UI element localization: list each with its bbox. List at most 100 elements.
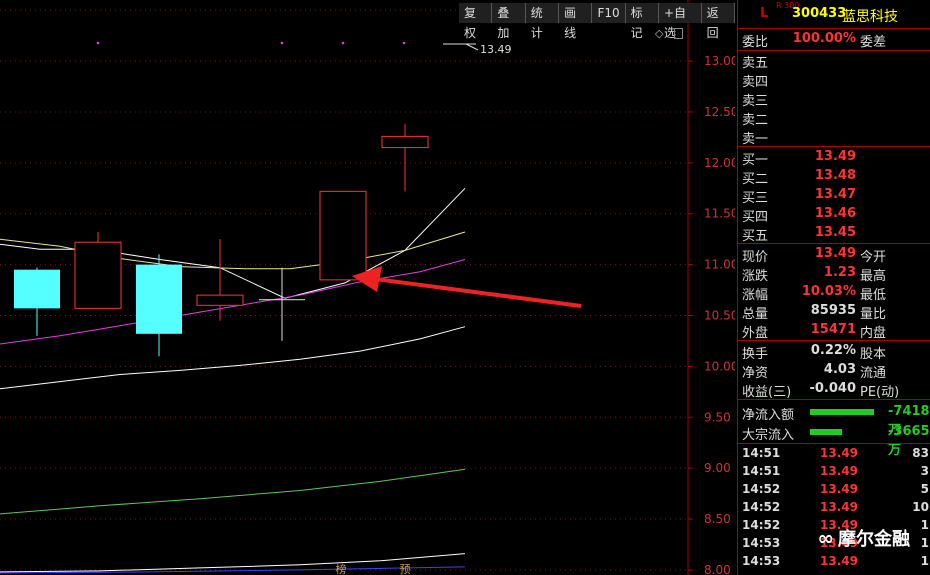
y-tick-label: 9.50 <box>704 410 731 424</box>
watermark: ∞ 摩尔金融 <box>817 525 910 551</box>
quote-row: 外盘 15471 内盘 <box>738 321 930 341</box>
y-tick-label: 9.00 <box>704 461 731 475</box>
buy-price: 13.48 <box>814 168 856 183</box>
last-price-label: 13.49 <box>480 43 512 56</box>
diamond-icon[interactable]: ◇ <box>655 27 663 40</box>
candle-body <box>259 299 305 301</box>
quote-row: 总量 85935 量比 <box>738 302 930 322</box>
tick-row: 14:53 13.49 1 <box>738 553 930 571</box>
flow-label: 大宗流入 <box>742 428 795 443</box>
sell-label: 卖四 <box>742 75 769 90</box>
tick-price: 13.49 <box>820 554 858 568</box>
y-tick-label: 11.00 <box>704 258 735 272</box>
moving-average-line <box>0 468 466 515</box>
tick-row: 14:51 13.49 83 <box>738 445 930 463</box>
tick-row: 14:51 13.49 3 <box>738 463 930 481</box>
finance-row: 换手 0.22% 股本 <box>738 342 930 362</box>
tick-volume: 1 <box>920 554 929 568</box>
toolbar-statistics-button[interactable]: 统计 <box>526 3 560 40</box>
weibi-row: 委比 100.00% 委差 <box>738 30 930 50</box>
buy-row[interactable]: 买四 13.46 <box>738 205 930 225</box>
divider <box>738 399 930 400</box>
toolbar-draw-line-button[interactable]: 画线 <box>559 3 593 40</box>
y-tick-label: 12.50 <box>704 105 735 119</box>
divider <box>738 243 930 244</box>
buy-label: 买四 <box>742 210 769 225</box>
finance-label: 收益(三) <box>742 385 792 400</box>
tick-time: 14:53 <box>742 554 781 568</box>
candle-body <box>14 269 60 309</box>
toolbar-mark-button[interactable]: 标记 <box>626 3 659 40</box>
sell-row[interactable]: 卖五 <box>738 51 930 71</box>
tick-time: 14:53 <box>742 536 781 550</box>
tick-volume: 5 <box>920 482 929 496</box>
market-indicator: L <box>760 6 769 21</box>
quote-label2: 今开 <box>860 250 887 265</box>
finance-row: 净资 4.03 流通 <box>738 361 930 381</box>
stock-code: 300433 <box>792 6 847 21</box>
quote-label: 外盘 <box>742 326 769 341</box>
tick-volume: 1 <box>920 518 929 532</box>
toolbar-overlay-button[interactable]: 叠加 <box>492 3 526 40</box>
weibi-value: 100.00% <box>792 31 856 46</box>
tick-row: 14:52 13.49 10 <box>738 499 930 517</box>
tick-price: 13.49 <box>820 464 858 478</box>
divider <box>738 443 930 444</box>
sell-row[interactable]: 卖三 <box>738 89 930 109</box>
toolbar-add-watchlist-button[interactable]: +自选 <box>659 3 702 40</box>
buy-row[interactable]: 买三 13.47 <box>738 186 930 206</box>
moving-average-line <box>0 553 466 573</box>
finance-label2: 股本 <box>860 347 887 362</box>
stock-name: 蓝思科技 <box>842 9 898 25</box>
quote-label2: 内盘 <box>860 326 887 341</box>
last-price-pointer <box>465 43 479 51</box>
watermark-logo-icon: ∞ <box>817 526 834 550</box>
chart-toolbar: 复权 叠加 统计 画线 F10 标记 +自选 返回 <box>459 3 736 40</box>
y-tick-label: 11.50 <box>704 207 735 221</box>
y-tick-label: 10.50 <box>704 308 735 322</box>
toolbar-f10-button[interactable]: F10 <box>592 3 626 23</box>
bottom-mark: 榜 <box>336 562 347 575</box>
sell-label: 卖一 <box>742 132 769 147</box>
buy-row[interactable]: 买一 13.49 <box>738 148 930 168</box>
tick-volume: 10 <box>912 500 929 514</box>
toolbar-restore-rights-button[interactable]: 复权 <box>459 3 493 40</box>
tick-price: 13.49 <box>820 446 858 460</box>
buy-label: 买二 <box>742 172 769 187</box>
sell-row[interactable]: 卖二 <box>738 108 930 128</box>
finance-row: 收益(三) -0.040 PE(动) <box>738 380 930 400</box>
flow-label: 净流入额 <box>742 408 795 423</box>
quote-label: 涨跌 <box>742 269 769 284</box>
quote-value: 10.03% <box>801 284 856 299</box>
tick-time: 14:52 <box>742 482 781 496</box>
y-tick-label: 8.00 <box>704 563 731 575</box>
tick-volume: 3 <box>920 464 929 478</box>
y-tick-label: 10.00 <box>704 359 735 373</box>
sell-row[interactable]: 卖一 <box>738 127 930 147</box>
y-tick-label: 13.00 <box>704 54 735 68</box>
flow-row: 净流入额 -7418万 <box>738 403 930 438</box>
candle-body <box>196 294 244 306</box>
sell-row[interactable]: 卖四 <box>738 70 930 90</box>
moving-average-line <box>0 231 466 270</box>
buy-row[interactable]: 买五 13.45 <box>738 224 930 244</box>
finance-label: 换手 <box>742 347 769 362</box>
quote-panel: L R 300 300433 蓝思科技 委比 100.00% 委差 卖五 卖四 … <box>737 0 930 575</box>
annotation-arrow-line <box>374 277 582 308</box>
weicha-label: 委差 <box>860 35 887 50</box>
buy-row[interactable]: 买二 13.48 <box>738 167 930 187</box>
net-inflow-bar <box>810 409 874 415</box>
toolbar-back-button[interactable]: 返回 <box>702 3 736 40</box>
quote-row: 涨跌 1.23 最高 <box>738 264 930 284</box>
sell-label: 卖二 <box>742 113 769 128</box>
buy-price: 13.49 <box>814 149 856 164</box>
scroll-handle-icon[interactable] <box>674 28 683 39</box>
divider <box>738 146 930 147</box>
y-tick-label: 12.00 <box>704 156 735 170</box>
kline-chart-svg[interactable]: 13.5013.0012.5012.0011.5011.0010.5010.00… <box>0 0 735 575</box>
quote-label2: 量比 <box>860 307 887 322</box>
quote-value: 15471 <box>810 322 856 337</box>
kline-chart[interactable]: 13.5013.0012.5012.0011.5011.0010.5010.00… <box>0 0 736 575</box>
tick-time: 14:51 <box>742 464 781 478</box>
tick-time: 14:52 <box>742 518 781 532</box>
